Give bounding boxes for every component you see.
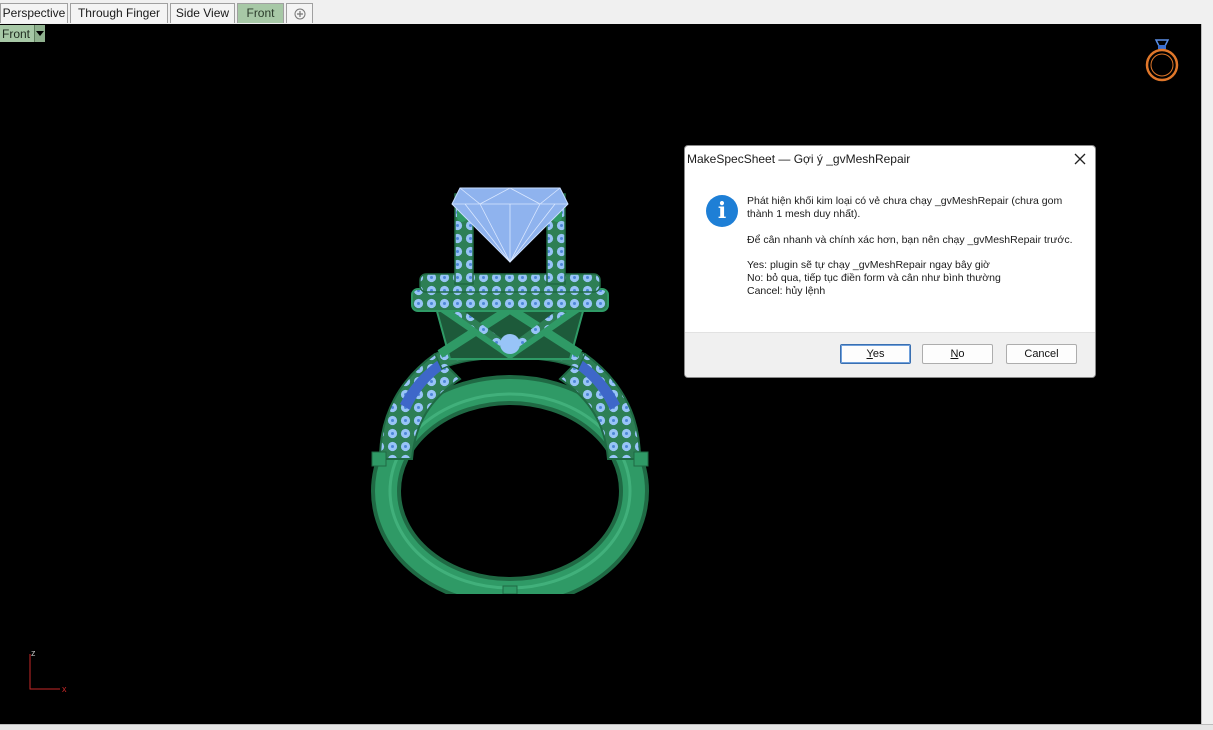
- plus-icon: [294, 8, 305, 20]
- info-icon: i: [706, 195, 738, 227]
- close-icon: [1074, 153, 1086, 165]
- yes-label: es: [872, 348, 885, 360]
- dialog-message: Phát hiện khối kim loại có vẻ chưa chạy …: [747, 195, 1077, 298]
- dialog-close-button[interactable]: [1065, 146, 1095, 172]
- viewport-menu-dropdown-icon[interactable]: [34, 25, 46, 42]
- no-label: o: [958, 348, 965, 360]
- viewport-label[interactable]: Front: [0, 25, 46, 42]
- viewport-name: Front: [2, 26, 31, 41]
- dialog-body: i Phát hiện khối kim loại có vẻ chưa chạ…: [685, 174, 1095, 332]
- dialog-button-bar: Yes No Cancel: [685, 332, 1095, 377]
- cancel-button[interactable]: Cancel: [1006, 344, 1077, 364]
- ring-preview-icon: [1145, 39, 1179, 82]
- no-button[interactable]: No: [922, 344, 993, 364]
- yes-button[interactable]: Yes: [840, 344, 911, 364]
- message-detection: Phát hiện khối kim loại có vẻ chưa chạy …: [747, 195, 1063, 220]
- message-no-option: No: bỏ qua, tiếp tục điền form và cân nh…: [747, 272, 1001, 285]
- tab-front[interactable]: Front: [237, 3, 284, 23]
- axis-x-label: x: [62, 684, 67, 694]
- right-panel-edge: [1201, 24, 1213, 730]
- ring-model[interactable]: [360, 154, 660, 594]
- dialog-title: MakeSpecSheet — Gợi ý _gvMeshRepair: [687, 152, 911, 166]
- status-bar-edge: [0, 724, 1213, 730]
- message-yes-option: Yes: plugin sẽ tự chạy _gvMeshRepair nga…: [747, 259, 990, 272]
- axes-indicator: z x: [29, 648, 67, 694]
- axis-z-label: z: [31, 648, 36, 658]
- add-tab-button[interactable]: [286, 3, 313, 23]
- message-cancel-option: Cancel: hủy lệnh: [747, 284, 826, 297]
- viewport-tab-bar: Perspective Through Finger Side View Fro…: [0, 0, 1213, 25]
- tab-perspective[interactable]: Perspective: [0, 3, 68, 23]
- meshrepair-suggestion-dialog: MakeSpecSheet — Gợi ý _gvMeshRepair i Ph…: [684, 145, 1096, 378]
- message-recommendation: Để cân nhanh và chính xác hơn, bạn nên c…: [747, 233, 1073, 246]
- tab-side-view[interactable]: Side View: [170, 3, 235, 23]
- tab-through-finger[interactable]: Through Finger: [70, 3, 168, 23]
